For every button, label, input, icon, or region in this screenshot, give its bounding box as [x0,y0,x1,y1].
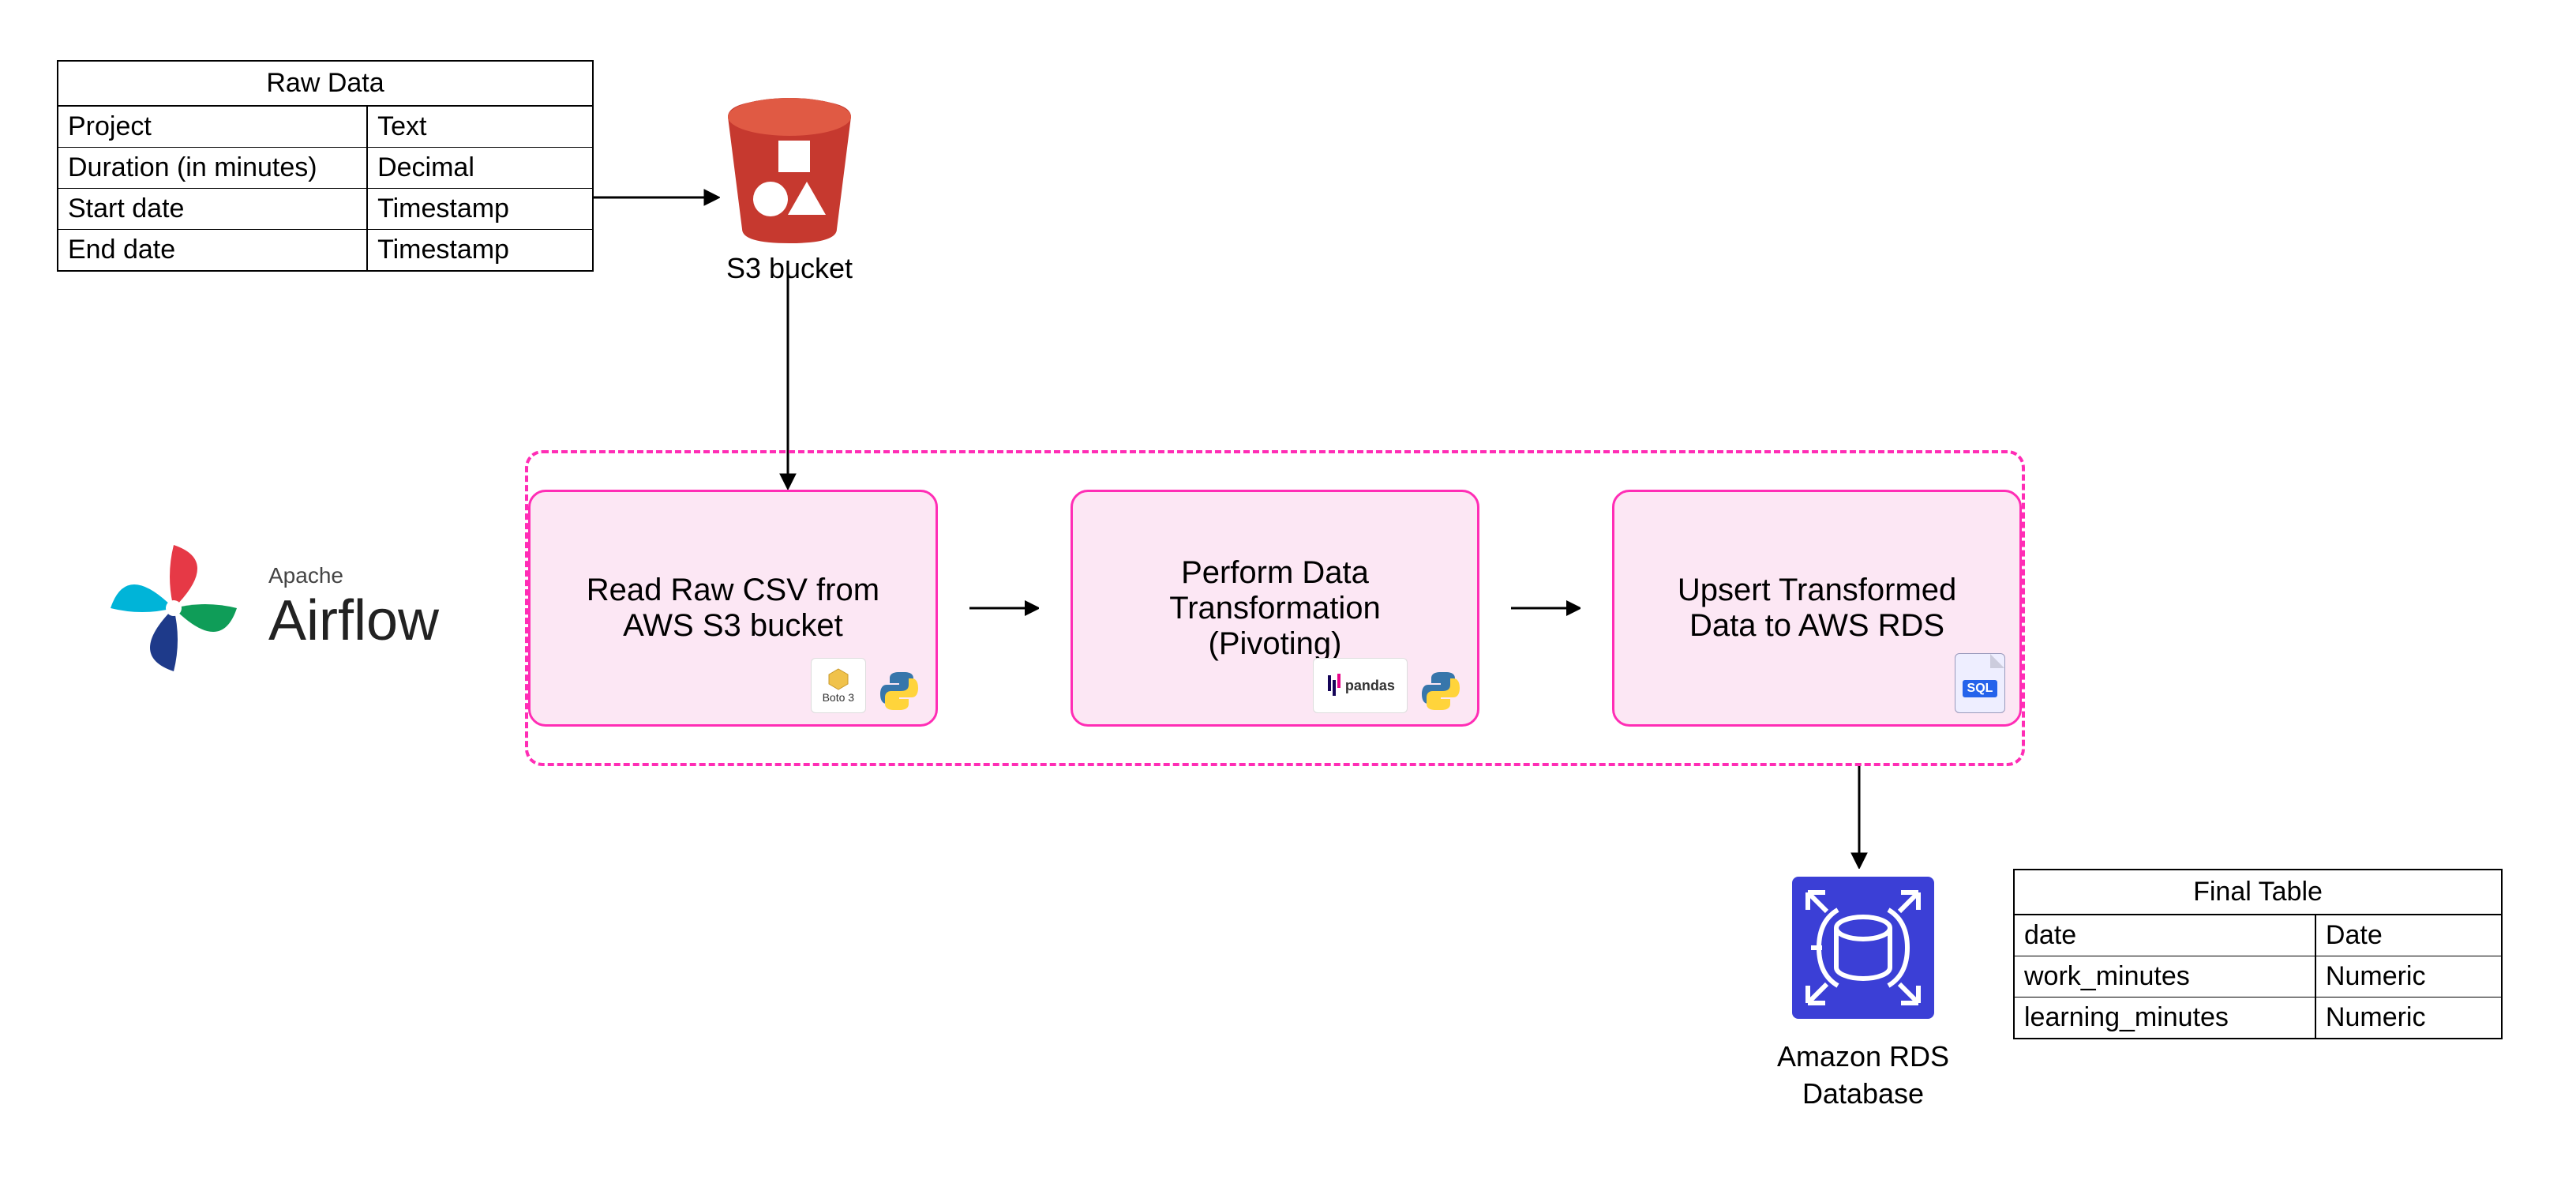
task-read-csv: Read Raw CSV from AWS S3 bucket Boto 3 [528,490,938,727]
task-tool-icons: SQL [1955,653,2005,713]
final-table-title: Final Table [2015,870,2501,915]
task-transform: Perform Data Transformation (Pivoting) p… [1071,490,1480,727]
task-tool-icons: Boto 3 [811,658,921,713]
table-row: Start date Timestamp [58,188,592,229]
raw-data-table-title: Raw Data [58,62,592,107]
python-icon [877,669,921,713]
arrow-task2-to-task3 [1511,592,1580,624]
table-row: End date Timestamp [58,229,592,270]
arrow-airflow-to-rds [1843,766,1875,869]
task-label: Read Raw CSV from AWS S3 bucket [562,573,904,644]
boto3-icon: Boto 3 [811,658,866,713]
task-upsert-rds: Upsert Transformed Data to AWS RDS SQL [1612,490,2022,727]
rds-node: Amazon RDS Database [1753,869,1974,1113]
architecture-diagram: Raw Data Project Text Duration (in minut… [0,0,2576,1191]
airflow-dag-region: Read Raw CSV from AWS S3 bucket Boto 3 [525,450,2025,766]
s3-bucket-node: S3 bucket [711,95,868,285]
task-label: Upsert Transformed Data to AWS RDS [1646,573,1988,644]
airflow-brand-text: Apache Airflow [268,563,439,653]
airflow-brand: Apache Airflow [95,513,505,703]
rds-database-icon [1784,869,1942,1027]
arrow-rawdata-to-s3 [594,182,720,213]
table-row: work_minutes Numeric [2015,956,2501,997]
task-tool-icons: pandas [1313,658,1463,713]
arrow-task1-to-task2 [969,592,1039,624]
table-row: Duration (in minutes) Decimal [58,147,592,188]
python-icon [1419,669,1463,713]
table-row: date Date [2015,915,2501,956]
s3-bucket-icon [718,95,861,245]
raw-data-table: Raw Data Project Text Duration (in minut… [57,60,594,272]
airflow-pinwheel-icon [95,529,253,687]
final-table-body: date Date work_minutes Numeric learning_… [2015,915,2501,1038]
pandas-icon: pandas [1313,658,1408,713]
sql-file-icon: SQL [1955,653,2005,713]
table-row: learning_minutes Numeric [2015,997,2501,1038]
final-table: Final Table date Date work_minutes Numer… [2013,869,2503,1039]
rds-label: Amazon RDS Database [1753,1039,1974,1113]
task-label: Perform Data Transformation (Pivoting) [1104,555,1446,662]
raw-data-table-body: Project Text Duration (in minutes) Decim… [58,107,592,270]
table-row: Project Text [58,107,592,147]
